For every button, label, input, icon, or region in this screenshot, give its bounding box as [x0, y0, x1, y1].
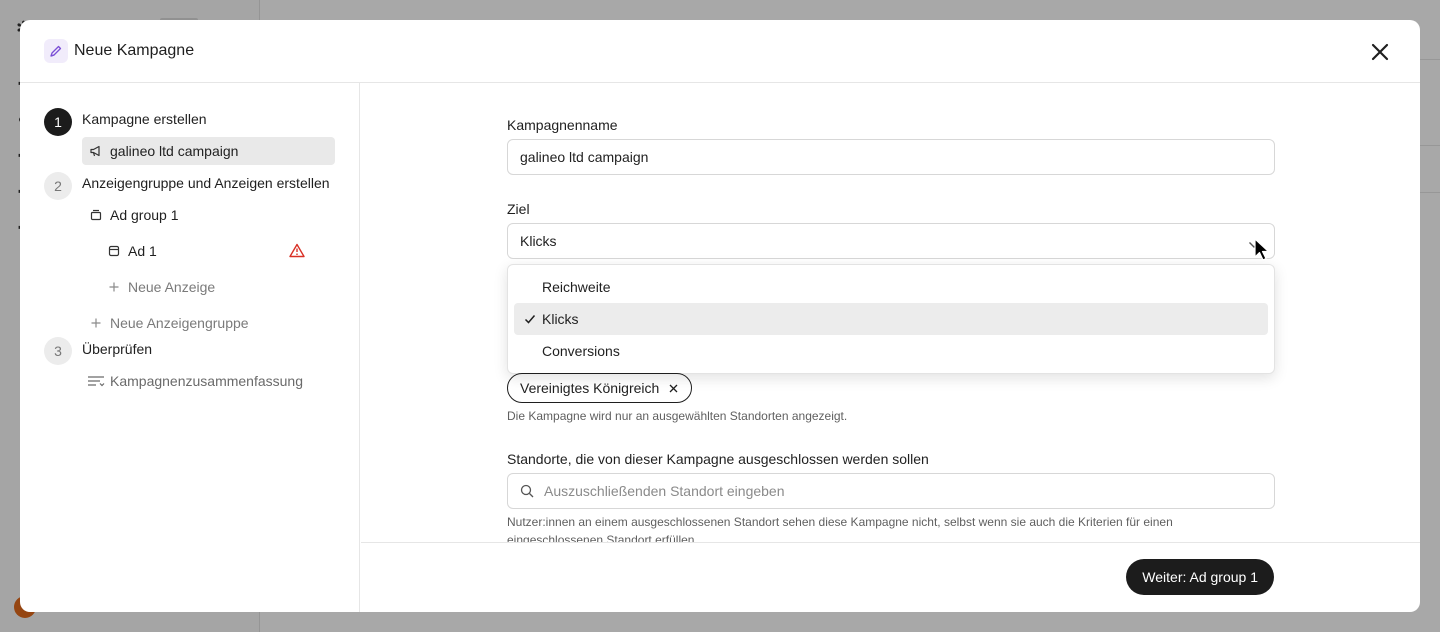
tree-item-label: galineo ltd campaign — [110, 143, 239, 159]
modal-footer: Weiter: Ad group 1 — [361, 542, 1420, 612]
goal-option-conversions[interactable]: Conversions — [514, 335, 1268, 367]
goal-label: Ziel — [507, 201, 530, 217]
tree-item-ad[interactable]: Ad 1 — [106, 241, 157, 261]
mouse-cursor-icon — [1254, 238, 1270, 267]
step-number-3: 3 — [44, 337, 72, 365]
campaign-name-label: Kampagnenname — [507, 117, 618, 133]
location-chip: Vereinigtes Königreich — [507, 373, 693, 403]
goal-select[interactable]: Klicks — [507, 223, 1275, 259]
modal-title: Neue Kampagne — [74, 42, 195, 59]
plus-icon — [106, 279, 122, 295]
ad-group-icon — [88, 207, 104, 223]
add-ad-group-label: Neue Anzeigengruppe — [110, 315, 249, 331]
step-label-ad-groups[interactable]: Anzeigengruppe und Anzeigen erstellen — [82, 175, 330, 191]
step-number-1: 1 — [44, 108, 72, 136]
tree-item-ad-group[interactable]: Ad group 1 — [88, 205, 179, 225]
goal-option-label: Reichweite — [542, 279, 611, 295]
megaphone-icon — [88, 143, 104, 159]
location-hint: Die Kampagne wird nur an ausgewählten St… — [507, 409, 848, 423]
close-icon[interactable] — [1368, 40, 1392, 64]
form-content: Kampagnenname galineo ltd campaign Ziel … — [361, 83, 1420, 543]
tree-item-label: Ad 1 — [128, 243, 157, 259]
add-ad-button[interactable]: Neue Anzeige — [106, 277, 215, 297]
tree-item-label: Ad group 1 — [110, 207, 179, 223]
remove-chip-icon[interactable] — [667, 382, 679, 394]
goal-dropdown: Reichweite Klicks Conversions — [507, 264, 1275, 374]
goal-select-value: Klicks — [520, 233, 557, 249]
exclude-location-placeholder: Auszuschließenden Standort eingeben — [544, 483, 785, 499]
plus-icon — [88, 315, 104, 331]
modal-body: 1 Kampagne erstellen galineo ltd campaig… — [20, 83, 1420, 612]
check-icon — [524, 312, 536, 328]
goal-option-clicks[interactable]: Klicks — [514, 303, 1268, 335]
exclude-location-input[interactable]: Auszuschließenden Standort eingeben — [507, 473, 1275, 509]
next-button[interactable]: Weiter: Ad group 1 — [1126, 559, 1274, 595]
add-ad-label: Neue Anzeige — [128, 279, 216, 295]
ad-icon — [106, 243, 122, 259]
goal-option-label: Conversions — [542, 343, 620, 359]
step-label-review[interactable]: Überprüfen — [82, 341, 152, 357]
modal-header: Neue Kampagne — [20, 20, 1420, 83]
goal-option-reach[interactable]: Reichweite — [514, 271, 1268, 303]
step-number-2: 2 — [44, 172, 72, 200]
warning-icon — [289, 243, 305, 263]
summary-list-icon — [86, 373, 106, 389]
steps-panel: 1 Kampagne erstellen galineo ltd campaig… — [20, 83, 360, 612]
pencil-icon — [44, 39, 68, 63]
exclude-locations-label: Standorte, die von dieser Kampagne ausge… — [507, 451, 929, 467]
add-ad-group-button[interactable]: Neue Anzeigengruppe — [88, 313, 249, 333]
summary-label: Kampagnenzusammenfassung — [110, 373, 304, 389]
search-icon — [520, 484, 534, 498]
location-chip-label: Vereinigtes Königreich — [520, 380, 660, 396]
new-campaign-modal: Neue Kampagne 1 Kampagne erstellen galin… — [20, 20, 1420, 612]
tree-item-summary[interactable]: Kampagnenzusammenfassung — [86, 371, 303, 391]
campaign-name-input[interactable]: galineo ltd campaign — [507, 139, 1275, 175]
step-label-create-campaign[interactable]: Kampagne erstellen — [82, 111, 207, 127]
goal-option-label: Klicks — [542, 311, 579, 327]
tree-item-campaign[interactable]: galineo ltd campaign — [82, 137, 335, 165]
exclude-hint: Nutzer:innen an einem ausgeschlossenen S… — [507, 515, 1173, 543]
